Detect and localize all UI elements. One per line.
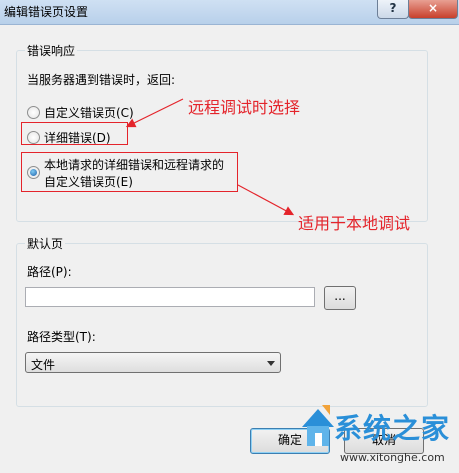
site-watermark: 系统之家 www.xitonghe.com [300,395,459,473]
house-logo-icon [302,405,334,446]
remote-note-arrow [125,98,184,128]
watermark-site-name: 系统之家 [334,412,451,445]
edit-error-page-settings-dialog: 编辑错误页设置 ? × 错误响应 当服务器遇到错误时，返回: 自定义错误页(C)… [0,0,459,473]
local-debug-note: 适用于本地调试 [298,214,411,233]
watermark-url: www.xitonghe.com [340,451,445,464]
remote-debug-note: 远程调试时选择 [188,98,301,117]
local-note-arrow [237,184,295,216]
